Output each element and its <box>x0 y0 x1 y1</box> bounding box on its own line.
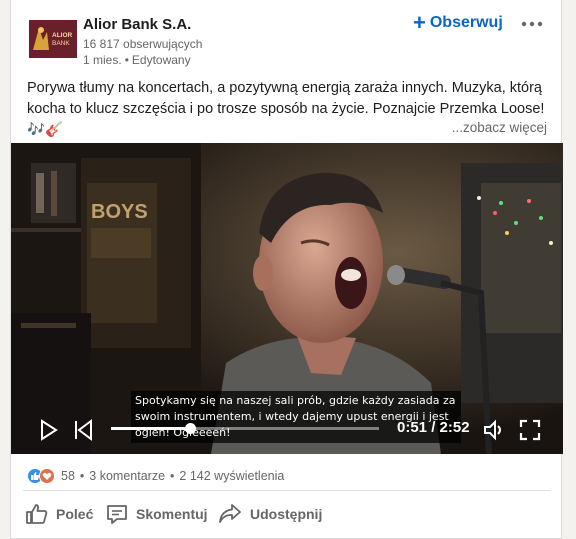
svg-text:ALIOR: ALIOR <box>52 32 73 39</box>
svg-text:BANK: BANK <box>52 40 70 47</box>
share-button[interactable]: Udostępnij <box>217 502 322 526</box>
comment-icon <box>107 505 127 524</box>
more-options-button[interactable] <box>519 14 545 34</box>
play-icon <box>41 419 58 441</box>
thumbs-up-icon <box>26 504 48 524</box>
separator-dot: • <box>124 53 129 67</box>
company-logo[interactable]: ALIOR BANK <box>29 20 77 58</box>
see-more-link[interactable]: ...zobacz więcej <box>452 120 547 135</box>
reactions-summary[interactable] <box>27 468 55 484</box>
like-label: Poleć <box>56 506 94 522</box>
fullscreen-button[interactable] <box>519 419 541 446</box>
video-controls: 0:51 / 2:52 <box>11 411 563 454</box>
post-actions: Poleć Skomentuj Udostępnij <box>11 496 561 536</box>
edited-label: Edytowany <box>131 53 191 67</box>
separator-dot: • <box>79 469 85 483</box>
post-timestamp: 1 mies. • Edytowany <box>83 53 191 67</box>
comments-count[interactable]: 3 komentarze <box>89 469 165 483</box>
progress-fill <box>111 427 191 430</box>
progress-bar[interactable] <box>111 423 379 434</box>
volume-icon <box>484 419 501 441</box>
rewind-button[interactable] <box>73 419 93 446</box>
comment-label: Skomentuj <box>136 506 208 522</box>
play-button[interactable] <box>39 419 59 446</box>
follow-button[interactable]: + Obserwuj <box>413 10 503 35</box>
views-count: 2 142 wyświetlenia <box>179 469 285 483</box>
volume-button[interactable] <box>483 419 507 446</box>
company-name[interactable]: Alior Bank S.A. <box>83 16 191 33</box>
reactions-count[interactable]: 58 <box>61 469 75 483</box>
post-header: ALIOR BANK Alior Bank S.A. 16 817 obserw… <box>11 0 561 70</box>
follow-label: Obserwuj <box>429 14 503 31</box>
love-icon <box>39 468 55 484</box>
more-dots-icon <box>521 21 543 27</box>
like-button[interactable]: Poleć <box>25 502 93 526</box>
separator-dot: • <box>170 469 175 483</box>
progress-handle[interactable] <box>185 423 197 434</box>
divider <box>23 490 551 491</box>
plus-icon: + <box>413 10 426 35</box>
share-icon <box>219 504 241 523</box>
feed-post-card: ALIOR BANK Alior Bank S.A. 16 817 obserw… <box>10 0 563 539</box>
video-time: 0:51 / 2:52 <box>397 419 470 436</box>
video-player[interactable]: BOYS Spotykamy się na naszej sali prób, … <box>11 143 563 454</box>
share-label: Udostępnij <box>250 506 323 522</box>
rewind-icon <box>75 419 92 441</box>
comment-button[interactable]: Skomentuj <box>105 502 208 526</box>
post-age: 1 mies. <box>83 53 122 67</box>
followers-count: 16 817 obserwujących <box>83 37 203 51</box>
fullscreen-icon <box>519 419 541 441</box>
svg-text:BOYS: BOYS <box>91 201 148 223</box>
social-counts: 58 • 3 komentarze • 2 142 wyświetlenia <box>27 468 284 484</box>
